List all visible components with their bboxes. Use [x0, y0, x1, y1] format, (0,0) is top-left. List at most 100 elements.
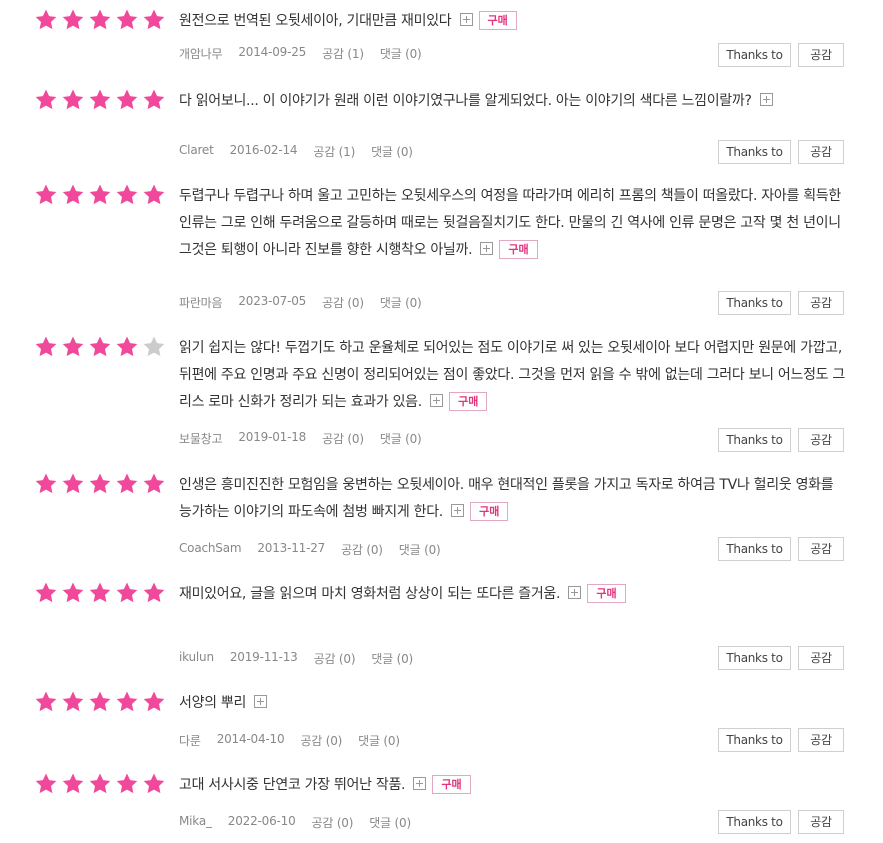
star-rating — [34, 690, 169, 712]
like-count: 공감 (0) — [322, 296, 364, 310]
like-count: 공감 (0) — [300, 734, 343, 748]
review-text: 원전으로 번역된 오뒷세이아, 기대만큼 재미있다 — [179, 13, 452, 29]
review-text: 재미있어요, 글을 읽으며 마치 영화처럼 상상이 되는 또다른 즐거움. — [179, 586, 561, 602]
comment-count[interactable]: 댓글 (0) — [371, 650, 413, 667]
star-filled-icon — [35, 9, 57, 30]
star-filled-icon — [62, 336, 84, 357]
review-actions: Thanks to 공감 — [718, 728, 844, 752]
star-filled-icon — [116, 89, 138, 110]
review-date: 2014-09-25 — [238, 45, 307, 59]
review-author[interactable]: CoachSam — [179, 541, 242, 558]
review-author[interactable]: 파란마음 — [179, 294, 223, 311]
like-count: 공감 (0) — [341, 543, 383, 557]
review-meta: 다룬 2014-04-10 공감 (0) 댓글 (0) — [179, 732, 416, 749]
star-filled-icon — [89, 336, 111, 357]
star-filled-icon — [116, 184, 138, 205]
star-rating — [34, 472, 169, 494]
star-filled-icon — [62, 89, 84, 110]
star-filled-icon — [89, 9, 111, 30]
review-author[interactable]: 다룬 — [179, 732, 201, 749]
star-filled-icon — [62, 582, 84, 603]
review-actions: Thanks to 공감 — [718, 291, 844, 315]
review-author[interactable]: Mika_ — [179, 814, 212, 831]
expand-plus-icon[interactable] — [254, 695, 268, 708]
review-text-block: 원전으로 번역된 오뒷세이아, 기대만큼 재미있다 구매 — [179, 8, 845, 35]
star-filled-icon — [35, 691, 57, 712]
expand-plus-icon[interactable] — [568, 586, 582, 599]
star-filled-icon — [35, 336, 57, 357]
like-button[interactable]: 공감 — [798, 291, 844, 315]
comment-count[interactable]: 댓글 (0) — [358, 732, 400, 749]
expand-plus-icon[interactable] — [430, 394, 444, 407]
review-actions: Thanks to 공감 — [718, 646, 844, 670]
comment-count[interactable]: 댓글 (0) — [380, 294, 422, 311]
star-filled-icon — [89, 691, 111, 712]
review-author[interactable]: 개암나무 — [179, 45, 223, 62]
star-filled-icon — [143, 184, 165, 205]
expand-plus-icon[interactable] — [759, 93, 773, 106]
review-text-block: 다 읽어보니... 이 이야기가 원래 이런 이야기였구나를 알게되었다. 아는… — [179, 88, 845, 115]
like-button[interactable]: 공감 — [798, 43, 844, 67]
star-filled-icon — [89, 582, 111, 603]
star-filled-icon — [89, 89, 111, 110]
comment-count[interactable]: 댓글 (0) — [369, 814, 411, 831]
review-actions: Thanks to 공감 — [718, 537, 844, 561]
like-button[interactable]: 공감 — [798, 140, 844, 164]
review-date: 2022-06-10 — [227, 814, 296, 828]
comment-count[interactable]: 댓글 (0) — [380, 45, 422, 62]
star-rating — [34, 8, 169, 30]
star-rating — [34, 88, 169, 110]
review-date: 2019-11-13 — [229, 650, 298, 664]
expand-plus-icon[interactable] — [480, 242, 494, 255]
star-rating — [34, 581, 169, 603]
like-button[interactable]: 공감 — [798, 810, 844, 834]
comment-count[interactable]: 댓글 (0) — [380, 430, 422, 447]
review-meta: 개암나무 2014-09-25 공감 (1) 댓글 (0) — [179, 45, 438, 62]
thanks-to-button[interactable]: Thanks to — [718, 428, 791, 452]
star-filled-icon — [62, 773, 84, 794]
comment-count[interactable]: 댓글 (0) — [399, 541, 441, 558]
star-filled-icon — [116, 582, 138, 603]
purchase-badge: 구매 — [478, 11, 517, 30]
thanks-to-button[interactable]: Thanks to — [718, 728, 791, 752]
star-filled-icon — [35, 582, 57, 603]
star-filled-icon — [143, 89, 165, 110]
review-text-block: 두렵구나 두렵구나 하며 울고 고민하는 오뒷세우스의 여정을 따라가며 에리히… — [179, 183, 845, 264]
review-date: 2013-11-27 — [257, 541, 326, 555]
review-meta: ikulun 2019-11-13 공감 (0) 댓글 (0) — [179, 650, 429, 667]
like-button[interactable]: 공감 — [798, 728, 844, 752]
like-count: 공감 (0) — [311, 816, 354, 830]
star-rating — [34, 772, 169, 794]
thanks-to-button[interactable]: Thanks to — [718, 537, 791, 561]
review-text: 다 읽어보니... 이 이야기가 원래 이런 이야기였구나를 알게되었다. 아는… — [179, 93, 752, 109]
purchase-badge: 구매 — [432, 775, 471, 794]
star-filled-icon — [143, 582, 165, 603]
like-button[interactable]: 공감 — [798, 537, 844, 561]
review-actions: Thanks to 공감 — [718, 140, 844, 164]
expand-plus-icon[interactable] — [459, 13, 473, 26]
star-filled-icon — [143, 691, 165, 712]
purchase-badge: 구매 — [499, 240, 538, 259]
review-meta: Claret 2016-02-14 공감 (1) 댓글 (0) — [179, 143, 429, 160]
like-button[interactable]: 공감 — [798, 428, 844, 452]
thanks-to-button[interactable]: Thanks to — [718, 646, 791, 670]
purchase-badge: 구매 — [449, 392, 488, 411]
expand-plus-icon[interactable] — [451, 504, 465, 517]
review-author[interactable]: Claret — [179, 143, 214, 160]
expand-plus-icon[interactable] — [413, 777, 427, 790]
like-button[interactable]: 공감 — [798, 646, 844, 670]
thanks-to-button[interactable]: Thanks to — [718, 140, 791, 164]
thanks-to-button[interactable]: Thanks to — [718, 43, 791, 67]
thanks-to-button[interactable]: Thanks to — [718, 810, 791, 834]
review-date: 2016-02-14 — [229, 143, 298, 157]
thanks-to-button[interactable]: Thanks to — [718, 291, 791, 315]
star-filled-icon — [116, 773, 138, 794]
review-date: 2023-07-05 — [238, 294, 307, 308]
star-filled-icon — [35, 184, 57, 205]
review-author[interactable]: ikulun — [179, 650, 214, 667]
star-rating — [34, 335, 169, 357]
star-filled-icon — [89, 184, 111, 205]
star-rating — [34, 183, 169, 205]
review-author[interactable]: 보물창고 — [179, 430, 223, 447]
comment-count[interactable]: 댓글 (0) — [371, 143, 413, 160]
